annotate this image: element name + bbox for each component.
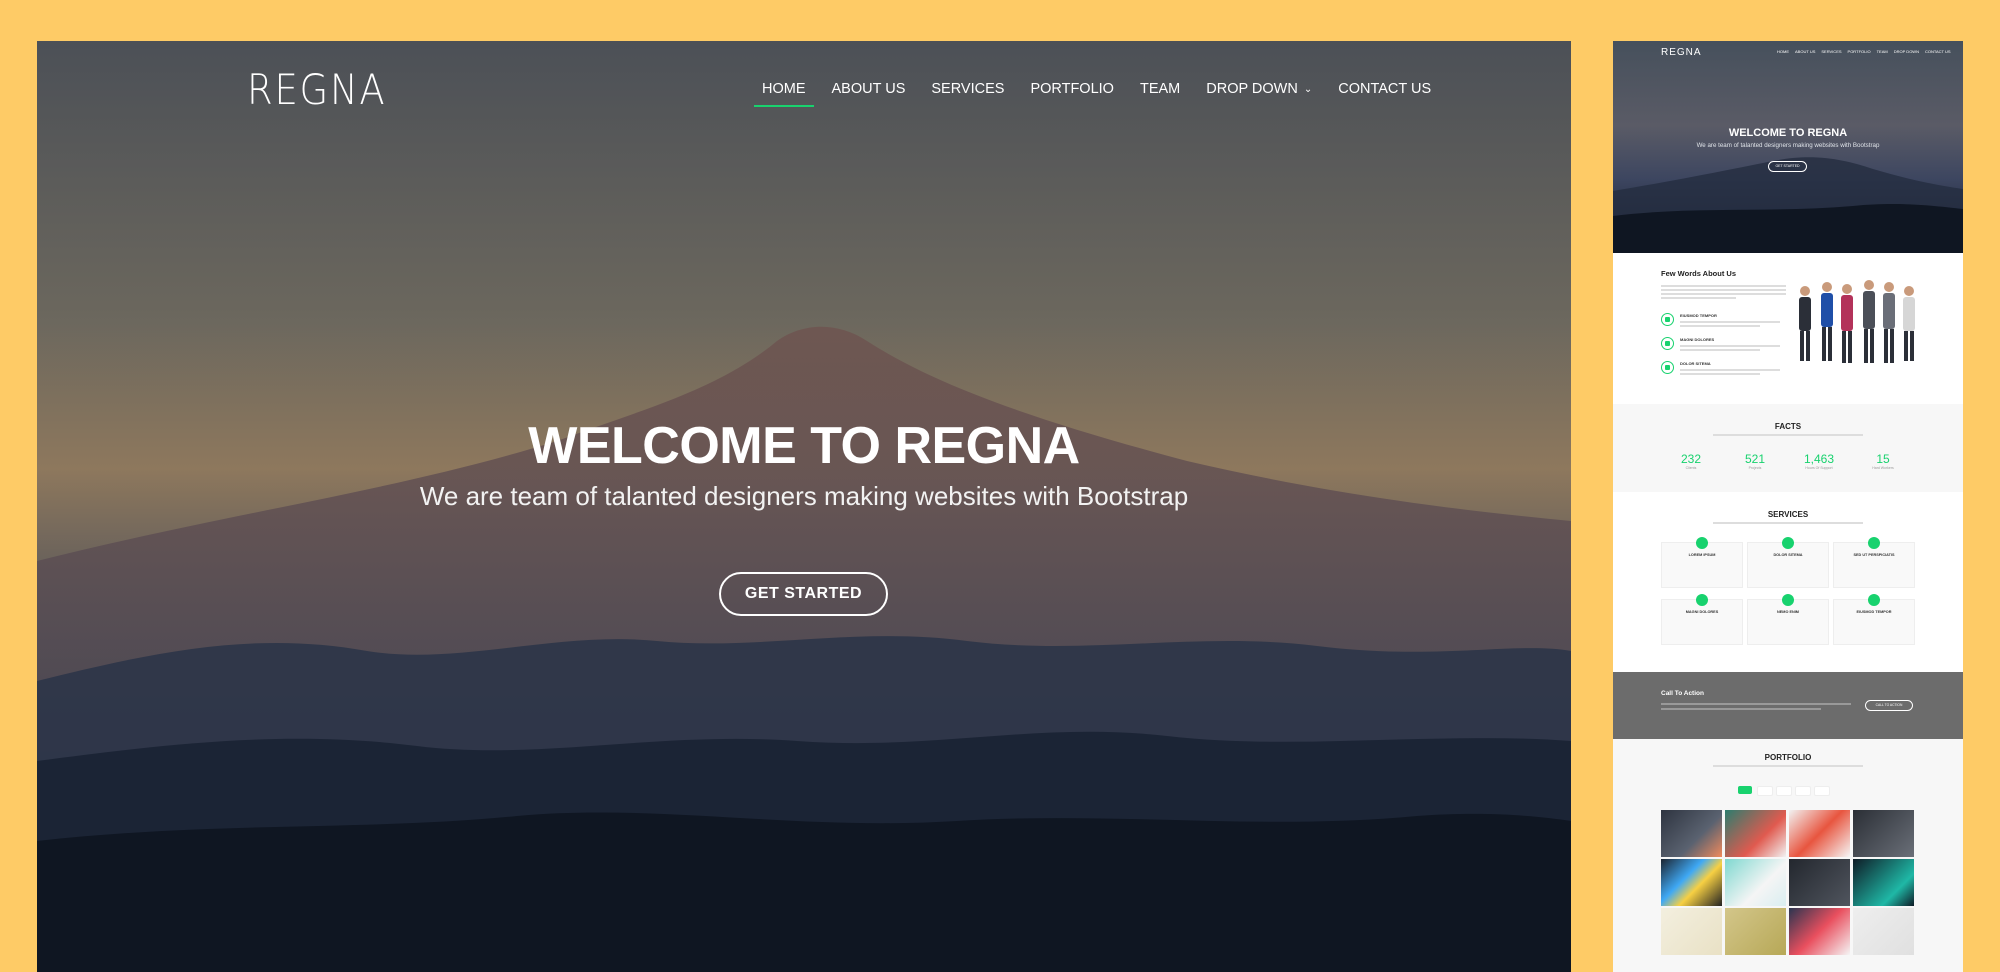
main-nav: HOME ABOUT US SERVICES PORTFOLIO TEAM DR… <box>749 77 1444 107</box>
preview-about-text <box>1661 283 1786 301</box>
nav-about[interactable]: ABOUT US <box>832 77 906 107</box>
fact-item: 1,463 Hours Of Support <box>1789 452 1849 470</box>
service-icon <box>1696 594 1708 606</box>
portfolio-image <box>1789 908 1850 955</box>
preview-hero-subtitle: We are team of talanted designers making… <box>1696 142 1880 149</box>
service-card: NEMO ENIM <box>1747 594 1829 645</box>
team-photo <box>1799 280 1915 363</box>
nav-dropdown[interactable]: DROP DOWN ⌄ <box>1206 77 1312 107</box>
service-icon <box>1868 537 1880 549</box>
portfolio-image <box>1853 810 1914 857</box>
preview-nav: HOME ABOUT US SERVICES PORTFOLIO TEAM DR… <box>1777 49 1957 54</box>
fact-value: 521 <box>1744 452 1766 466</box>
service-card: MAGNI DOLORES <box>1661 594 1743 645</box>
preview-nav-item: TEAM <box>1876 49 1888 54</box>
portfolio-image <box>1661 908 1722 955</box>
preview-about-section: Few Words About Us EIUSMOD TEMPOR MAGNI … <box>1613 253 1963 404</box>
preview-portfolio-title: PORTFOLIO <box>1764 753 1812 762</box>
fact-item: 15 Hard Workers <box>1853 452 1913 470</box>
preview-nav-item: HOME <box>1777 49 1789 54</box>
preview-portfolio-section: PORTFOLIO <box>1613 739 1963 972</box>
preview-feature: EIUSMOD TEMPOR <box>1661 313 1780 327</box>
page-preview: REGNA HOME ABOUT US SERVICES PORTFOLIO T… <box>1613 41 1963 972</box>
preview-feature: MAGNI DOLORES <box>1661 337 1780 351</box>
preview-cta-button: CALL TO ACTION <box>1865 700 1913 711</box>
get-started-button[interactable]: GET STARTED <box>719 572 888 616</box>
hero-subtitle: We are team of talanted designers making… <box>419 481 1189 511</box>
portfolio-filter <box>1757 786 1773 796</box>
fact-value: 15 <box>1876 452 1890 466</box>
service-card: EIUSMOD TEMPOR <box>1833 594 1915 645</box>
portfolio-filter <box>1795 786 1811 796</box>
preview-services-title: SERVICES <box>1767 510 1809 519</box>
preview-nav-item: ABOUT US <box>1795 49 1816 54</box>
preview-nav-item: SERVICES <box>1821 49 1842 54</box>
portfolio-image <box>1789 810 1850 857</box>
site-logo[interactable]: REGNA <box>247 65 386 114</box>
hero-title: WELCOME TO REGNA <box>528 417 1080 475</box>
fact-label: Clients <box>1685 466 1697 470</box>
fact-label: Hard Workers <box>1872 466 1894 470</box>
fact-label: Projects <box>1748 466 1762 470</box>
preview-facts-section: FACTS 232 Clients 521 Projects 1,463 Hours … <box>1613 404 1963 492</box>
fact-item: 521 Projects <box>1725 452 1785 470</box>
nav-portfolio[interactable]: PORTFOLIO <box>1030 77 1114 107</box>
fact-label: Hours Of Support <box>1805 466 1833 470</box>
preview-about-title: Few Words About Us <box>1661 269 1736 278</box>
preview-feature: DOLOR SITEMA <box>1661 361 1780 375</box>
portfolio-image <box>1853 859 1914 906</box>
fact-value: 1,463 <box>1803 452 1835 466</box>
nav-dropdown-label: DROP DOWN <box>1206 81 1298 97</box>
preview-hero-title: WELCOME TO REGNA <box>1728 127 1848 139</box>
portfolio-image <box>1853 908 1914 955</box>
portfolio-image <box>1725 810 1786 857</box>
preview-hero: REGNA HOME ABOUT US SERVICES PORTFOLIO T… <box>1613 41 1963 253</box>
preview-cta-section: Call To Action CALL TO ACTION <box>1613 672 1963 739</box>
feature-icon <box>1661 313 1674 326</box>
portfolio-image <box>1789 859 1850 906</box>
fact-value: 232 <box>1680 452 1702 466</box>
service-card: DOLOR SITEMA <box>1747 537 1829 588</box>
nav-home[interactable]: HOME <box>754 77 813 107</box>
preview-feature-title: EIUSMOD TEMPOR <box>1680 313 1717 318</box>
portfolio-filter <box>1776 786 1792 796</box>
preview-get-started-button: GET STARTED <box>1768 161 1807 172</box>
nav-services[interactable]: SERVICES <box>931 77 1004 107</box>
service-icon <box>1782 594 1794 606</box>
portfolio-image <box>1661 810 1722 857</box>
service-card: LOREM IPSUM <box>1661 537 1743 588</box>
portfolio-image <box>1725 859 1786 906</box>
feature-icon <box>1661 337 1674 350</box>
service-icon <box>1868 594 1880 606</box>
portfolio-filter <box>1738 786 1752 794</box>
service-icon <box>1782 537 1794 549</box>
portfolio-image <box>1725 908 1786 955</box>
chevron-down-icon: ⌄ <box>1303 84 1313 95</box>
preview-nav-item: PORTFOLIO <box>1847 49 1871 54</box>
hero-section: REGNA HOME ABOUT US SERVICES PORTFOLIO T… <box>37 41 1571 972</box>
preview-feature-title: DOLOR SITEMA <box>1680 361 1711 366</box>
preview-nav-item: CONTACT US <box>1924 49 1951 54</box>
service-card: SED UT PERSPICIATIS <box>1833 537 1915 588</box>
fact-item: 232 Clients <box>1661 452 1721 470</box>
nav-contact[interactable]: CONTACT US <box>1338 77 1431 107</box>
preview-feature-title: MAGNI DOLORES <box>1680 337 1715 342</box>
preview-cta-title: Call To Action <box>1661 690 1704 697</box>
portfolio-filter <box>1814 786 1830 796</box>
portfolio-image <box>1661 859 1722 906</box>
preview-services-section: SERVICES LOREM IPSUM DOLOR SITEMA SED UT… <box>1613 492 1963 672</box>
preview-logo: REGNA <box>1661 47 1702 58</box>
preview-nav-item: DROP DOWN <box>1893 49 1919 54</box>
preview-facts-title: FACTS <box>1774 422 1802 431</box>
nav-team[interactable]: TEAM <box>1140 77 1180 107</box>
feature-icon <box>1661 361 1674 374</box>
service-icon <box>1696 537 1708 549</box>
